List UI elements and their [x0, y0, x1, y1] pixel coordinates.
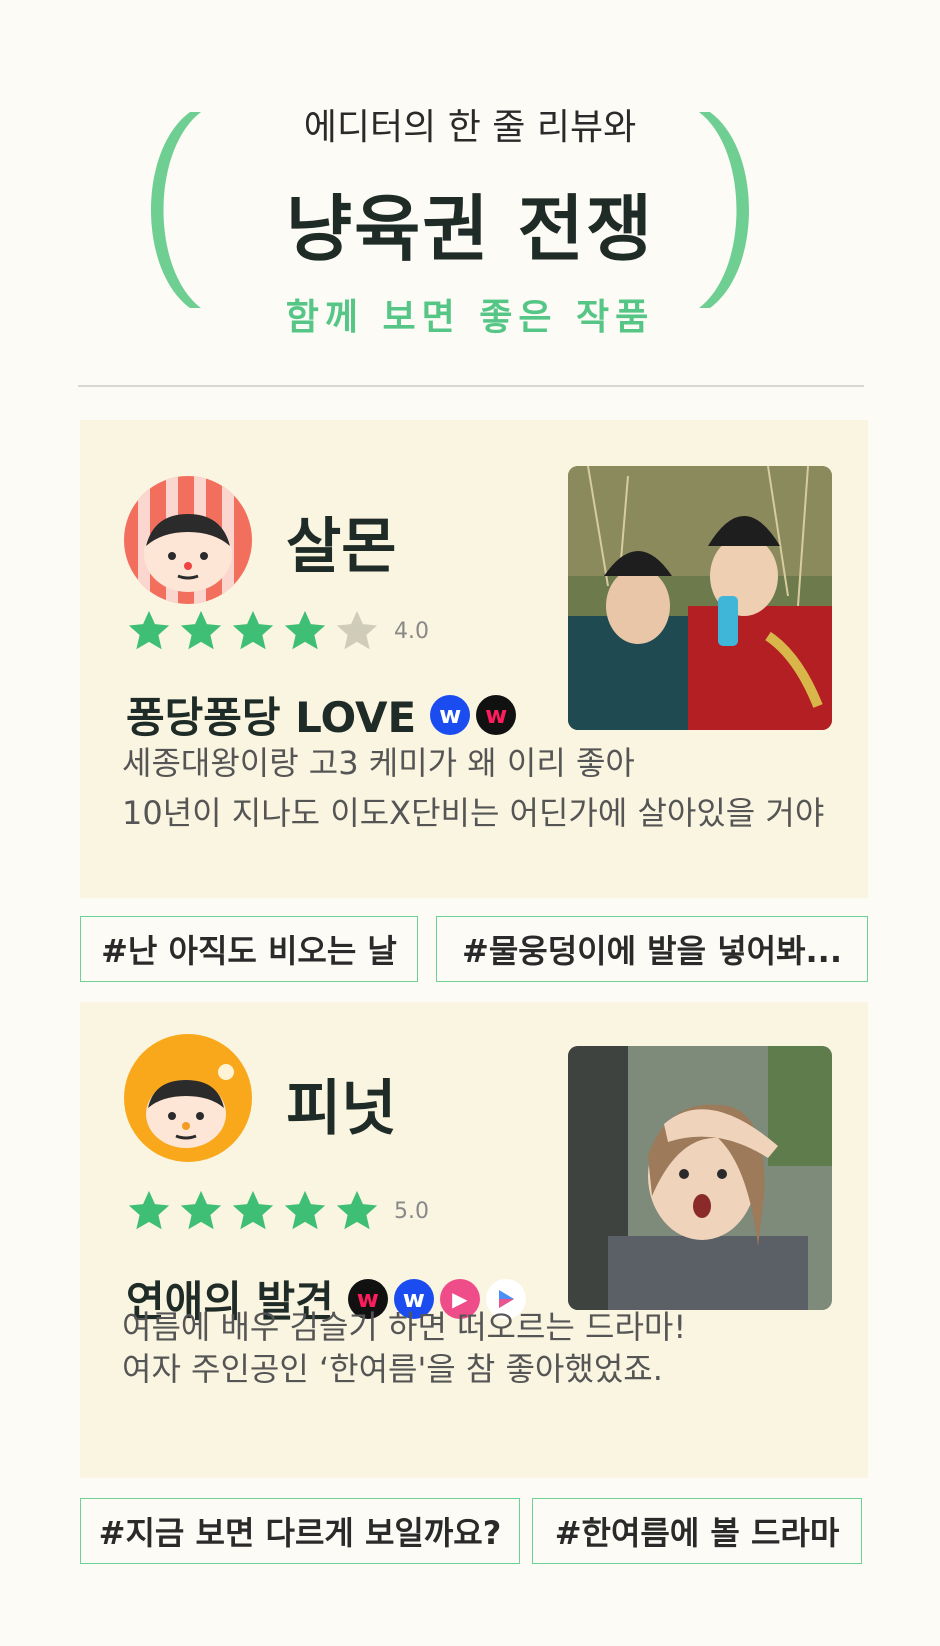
star-filled-icon	[180, 610, 222, 650]
review-comment: 세종대왕이랑 고3 케미가 왜 이리 좋아 10년이 지나도 이도X단비는 어딘…	[122, 738, 824, 838]
hashtag-chip[interactable]: #한여름에 볼 드라마	[532, 1498, 862, 1564]
hashtag-chip[interactable]: #지금 보면 다르게 보일까요?	[80, 1498, 520, 1564]
rating-value: 5.0	[394, 1198, 429, 1224]
rating-stars: 4.0	[126, 608, 429, 654]
divider	[78, 385, 864, 387]
wavve-icon[interactable]: w	[430, 694, 471, 735]
comment-line: 세종대왕이랑 고3 케미가 왜 이리 좋아	[122, 744, 635, 782]
star-filled-icon	[232, 1190, 274, 1230]
drama-still-image	[568, 1046, 832, 1310]
review-card: 피넛 5.0 연애의 발견 w w ▶ 여름에 배우 김슬기 하면 떠오르는 드…	[80, 1002, 868, 1478]
work-title: 퐁당퐁당 LOVE w w	[126, 684, 517, 745]
comment-line: 여름에 배우 김슬기 하면 떠오르는 드라마!	[122, 1308, 687, 1346]
star-filled-icon	[232, 610, 274, 650]
hashtag-chip[interactable]: #난 아직도 비오는 날	[80, 916, 418, 982]
avatar	[124, 476, 252, 604]
reviewer-name: 살몬	[286, 512, 397, 582]
hashtag-chip[interactable]: #물웅덩이에 발을 넣어봐...	[436, 916, 868, 982]
drama-still-image	[568, 466, 832, 730]
header-tagline: 함께 보면 좋은 작품	[285, 297, 655, 338]
comment-line: 10년이 지나도 이도X단비는 어딘가에 살아있을 거야	[122, 794, 825, 832]
header-subtitle: 에디터의 한 줄 리뷰와	[303, 107, 637, 148]
rating-stars: 5.0	[126, 1188, 429, 1234]
page-title: 냥육권 전쟁	[285, 187, 655, 271]
star-filled-icon	[284, 610, 326, 650]
star-filled-icon	[128, 610, 170, 650]
star-filled-icon	[284, 1190, 326, 1230]
star-filled-icon	[128, 1190, 170, 1230]
avatar	[124, 1034, 252, 1162]
star-filled-icon	[180, 1190, 222, 1230]
rating-value: 4.0	[394, 618, 429, 644]
star-empty-icon	[336, 610, 378, 650]
review-card: 살몬 4.0 퐁당퐁당 LOVE w w 세종대왕이랑 고3 케미가 왜 이리 …	[80, 420, 868, 898]
star-filled-icon	[336, 1190, 378, 1230]
watcha-icon[interactable]: w	[476, 694, 517, 735]
review-comment: 여름에 배우 김슬기 하면 떠오르는 드라마! 여자 주인공인 ‘한여름'을 참…	[122, 1306, 686, 1390]
work-title-text: 퐁당퐁당 LOVE	[126, 693, 417, 742]
comment-line: 여자 주인공인 ‘한여름'을 참 좋아했었죠.	[122, 1350, 663, 1388]
reviewer-name: 피넛	[286, 1074, 397, 1144]
